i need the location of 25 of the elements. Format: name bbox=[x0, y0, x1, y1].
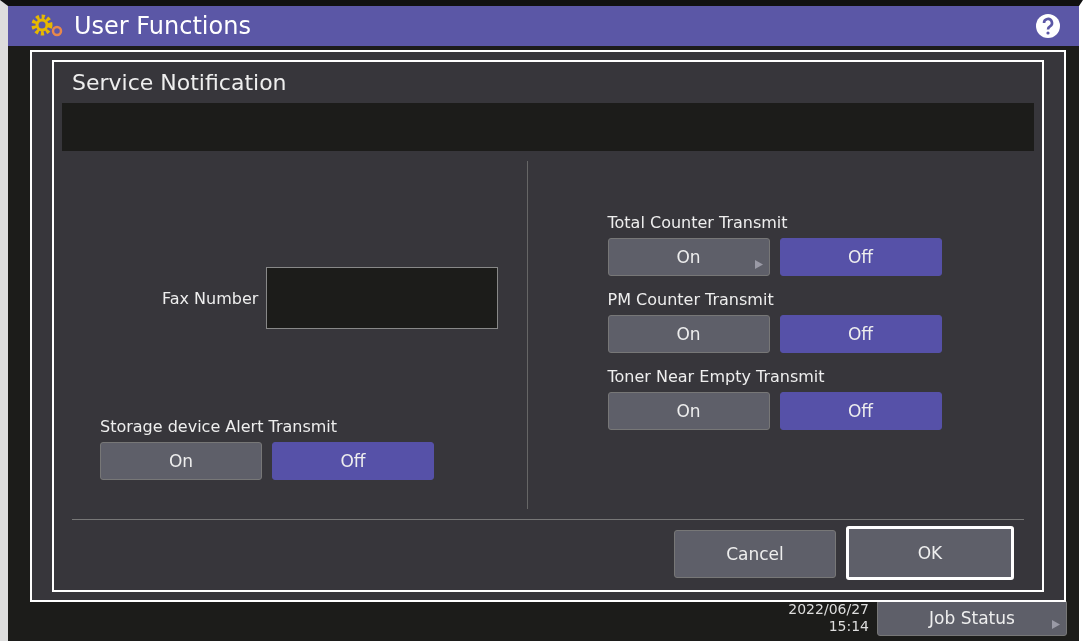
setting-label: Storage device Alert Transmit bbox=[100, 417, 339, 436]
date-text: 2022/06/27 bbox=[788, 601, 869, 618]
setting-label: Total Counter Transmit bbox=[607, 213, 789, 232]
toggle-option[interactable]: On bbox=[607, 315, 770, 353]
fax-number-field[interactable] bbox=[266, 267, 499, 329]
toggle-option[interactable]: Off bbox=[272, 442, 434, 480]
time-text: 15:14 bbox=[828, 618, 869, 635]
ok-button[interactable]: OK bbox=[846, 526, 1014, 580]
fax-number-label: Fax Number bbox=[162, 288, 259, 308]
app-title: User Functions bbox=[74, 12, 252, 40]
triangle-icon bbox=[1052, 620, 1060, 629]
setting-label: Toner Near Empty Transmit bbox=[607, 367, 826, 386]
setting-label: PM Counter Transmit bbox=[607, 290, 775, 309]
dialog-title: Service Notification bbox=[71, 70, 288, 97]
toggle-option[interactable]: On bbox=[100, 442, 262, 480]
toggle-option[interactable]: Off bbox=[779, 238, 942, 276]
toggle-option[interactable]: On bbox=[607, 238, 770, 276]
cancel-button[interactable]: Cancel bbox=[674, 530, 836, 578]
job-status-button[interactable]: Job Status bbox=[877, 600, 1067, 636]
toggle-option[interactable]: On bbox=[607, 392, 770, 430]
triangle-icon bbox=[754, 260, 763, 269]
toggle-option[interactable]: Off bbox=[779, 315, 942, 353]
toggle-option[interactable]: Off bbox=[779, 392, 942, 430]
help-icon[interactable] bbox=[1035, 13, 1061, 39]
gears-icon bbox=[30, 13, 64, 39]
